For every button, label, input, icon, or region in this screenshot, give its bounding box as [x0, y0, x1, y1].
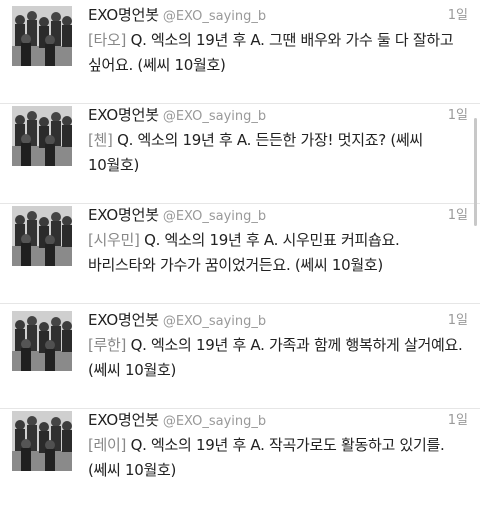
author-name[interactable]: EXO명언봇 — [88, 311, 159, 329]
timestamp: 1일 — [447, 8, 468, 23]
tweet-text: [첸] Q. 엑소의 19년 후 A. 든든한 가장! 멋지죠? (쎄씨 10월… — [88, 128, 468, 178]
tweet-header: EXO명언봇 @EXO_saying_b — [88, 104, 468, 124]
timestamp: 1일 — [447, 208, 468, 223]
tweet[interactable]: EXO명언봇 @EXO_saying_b 1일 [타오] Q. 엑소의 19년 후… — [0, 0, 480, 104]
author-handle[interactable]: @EXO_saying_b — [163, 414, 266, 429]
group-photo-icon — [12, 206, 72, 266]
author-handle[interactable]: @EXO_saying_b — [163, 209, 266, 224]
author-name[interactable]: EXO명언봇 — [88, 206, 159, 224]
member-tag: [첸] — [88, 131, 113, 149]
avatar[interactable] — [12, 6, 72, 66]
member-tag: [시우민] — [88, 231, 140, 249]
tweet-header: EXO명언봇 @EXO_saying_b — [88, 4, 468, 24]
avatar[interactable] — [12, 206, 72, 266]
tweet-body: Q. 엑소의 19년 후 A. 가족과 함께 행복하게 살거예요. (쎄씨 10… — [88, 336, 463, 379]
author-name[interactable]: EXO명언봇 — [88, 6, 159, 24]
tweet-header: EXO명언봇 @EXO_saying_b — [88, 204, 468, 224]
timestamp: 1일 — [447, 413, 468, 428]
group-photo-icon — [12, 6, 72, 66]
tweet[interactable]: EXO명언봇 @EXO_saying_b 1일 [레이] Q. 엑소의 19년 후… — [0, 405, 480, 509]
tweet-body: Q. 엑소의 19년 후 A. 그땐 배우와 가수 둘 다 잘하고 싶어요. (… — [88, 31, 454, 74]
tweet[interactable]: EXO명언봇 @EXO_saying_b 1일 [첸] Q. 엑소의 19년 후 … — [0, 100, 480, 204]
group-photo-icon — [12, 311, 72, 371]
group-photo-icon — [12, 411, 72, 471]
tweet-header: EXO명언봇 @EXO_saying_b — [88, 309, 468, 329]
author-handle[interactable]: @EXO_saying_b — [163, 9, 266, 24]
tweet-text: [루한] Q. 엑소의 19년 후 A. 가족과 함께 행복하게 살거예요. (… — [88, 333, 468, 383]
tweet-body: Q. 엑소의 19년 후 A. 든든한 가장! 멋지죠? (쎄씨 10월호) — [88, 131, 423, 174]
timeline: EXO명언봇 @EXO_saying_b 1일 [타오] Q. 엑소의 19년 후… — [0, 0, 480, 501]
timestamp: 1일 — [447, 313, 468, 328]
timestamp: 1일 — [447, 108, 468, 123]
tweet-text: [시우민] Q. 엑소의 19년 후 A. 시우민표 커피숍요. 바리스타와 가… — [88, 228, 468, 278]
author-handle[interactable]: @EXO_saying_b — [163, 109, 266, 124]
tweet-body: Q. 엑소의 19년 후 A. 작곡가로도 활동하고 있기를. (쎄씨 10월호… — [88, 436, 445, 479]
avatar[interactable] — [12, 311, 72, 371]
avatar[interactable] — [12, 411, 72, 471]
tweet-text: [타오] Q. 엑소의 19년 후 A. 그땐 배우와 가수 둘 다 잘하고 싶… — [88, 28, 468, 78]
tweet[interactable]: EXO명언봇 @EXO_saying_b 1일 [루한] Q. 엑소의 19년 후… — [0, 305, 480, 409]
author-handle[interactable]: @EXO_saying_b — [163, 314, 266, 329]
tweet-text: [레이] Q. 엑소의 19년 후 A. 작곡가로도 활동하고 있기를. (쎄씨… — [88, 433, 468, 483]
author-name[interactable]: EXO명언봇 — [88, 411, 159, 429]
tweet[interactable]: EXO명언봇 @EXO_saying_b 1일 [시우민] Q. 엑소의 19년 … — [0, 200, 480, 304]
author-name[interactable]: EXO명언봇 — [88, 106, 159, 124]
tweet-header: EXO명언봇 @EXO_saying_b — [88, 409, 468, 429]
member-tag: [루한] — [88, 336, 127, 354]
scrollbar[interactable] — [474, 118, 477, 226]
member-tag: [레이] — [88, 436, 127, 454]
avatar[interactable] — [12, 106, 72, 166]
group-photo-icon — [12, 106, 72, 166]
member-tag: [타오] — [88, 31, 127, 49]
